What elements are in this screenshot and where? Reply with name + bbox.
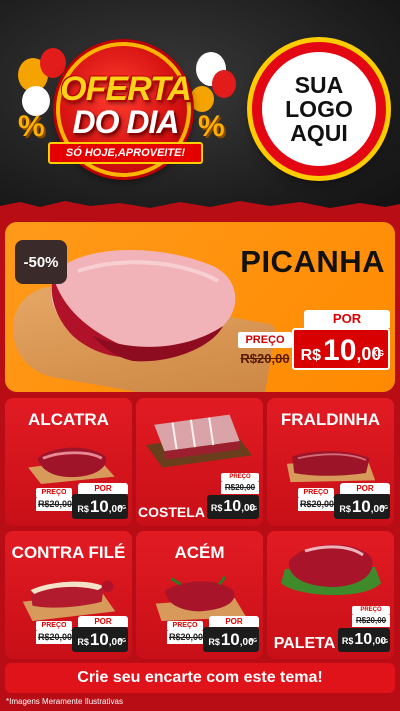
por-label: POR: [209, 616, 259, 627]
product-name: ACÉM: [174, 543, 225, 562]
product-name: FRALDINHA: [280, 410, 381, 429]
old-price: R$20,00: [36, 631, 74, 644]
old-price: R$20,00: [221, 482, 259, 494]
por-label: POR: [78, 483, 128, 494]
product-name: ALCATRA: [28, 410, 109, 429]
preco-label: PREÇO: [298, 488, 334, 498]
currency: R$: [208, 637, 220, 647]
old-price: R$20,00: [240, 351, 290, 366]
product-card-fraldinha[interactable]: FRALDINHA POR PREÇO R$20,00 R$ 10,00 KG: [267, 398, 394, 526]
price-tag: POR PREÇO R$20,00 R$ 10,00 KG: [36, 483, 128, 521]
logo-text-line1: SUA: [294, 72, 344, 98]
logo-text-line3: AQUI: [290, 120, 348, 146]
new-price: R$ 10,00 KG: [72, 494, 128, 519]
price-tag: PREÇO R$20,00 R$ 10,00 KG: [338, 606, 390, 654]
product-card-costela[interactable]: COSTELA PREÇO R$20,00 R$ 10,00 KG: [136, 398, 263, 526]
unit-label: KG: [118, 505, 127, 511]
currency: R$: [77, 637, 89, 647]
price-integer: 10: [354, 631, 373, 648]
costela-image: [146, 414, 252, 468]
cta-banner[interactable]: Crie seu encarte com este tema!: [5, 663, 395, 693]
hero-price-tag: POR PREÇO R$20,00 R$ 10,00 KG: [238, 310, 390, 372]
logo-text-line2: LOGO: [285, 96, 353, 122]
price-integer: 10: [89, 630, 109, 649]
currency: R$: [300, 347, 322, 364]
oferta-do-dia-badge: % % OFERTA DO DIA SÓ HOJE,APROVEITE!: [18, 42, 233, 182]
currency: R$: [341, 636, 354, 646]
preco-label: PREÇO: [167, 621, 203, 631]
acem-image: [155, 575, 247, 621]
preco-label: PREÇO: [221, 473, 259, 482]
unit-label: KG: [249, 638, 258, 644]
price-tag: PREÇO R$20,00 R$ 10,00 KG: [207, 473, 259, 521]
unit-label: KG: [118, 638, 127, 644]
product-card-contra-file[interactable]: CONTRA FILÉ POR PREÇO R$20,00 R$ 10,00 KG: [5, 531, 132, 659]
alcatra-image: [28, 447, 115, 484]
hero-product-name: PICANHA: [240, 244, 385, 279]
price-integer: 10: [223, 498, 242, 515]
new-price: R$ 10,00 KG: [334, 494, 390, 519]
old-price: R$20,00: [36, 498, 74, 511]
new-price: R$ 10,00 KG: [338, 628, 390, 652]
preco-label: PREÇO: [36, 621, 72, 631]
unit-label: KG: [380, 639, 389, 645]
product-card-paleta[interactable]: PALETA PREÇO R$20,00 R$ 10,00 KG: [267, 531, 394, 659]
old-price: R$20,00: [352, 615, 390, 627]
price-tag: POR PREÇO R$20,00 R$ 10,00 KG: [36, 616, 128, 654]
fraldinha-image: [286, 451, 376, 483]
price-integer: 10: [89, 497, 109, 516]
unit-label: KG: [372, 349, 384, 358]
preco-label: PREÇO: [238, 332, 292, 348]
badge-title-do-dia: DO DIA: [72, 104, 180, 140]
header: % % OFERTA DO DIA SÓ HOJE,APROVEITE! SUA…: [0, 0, 400, 215]
product-name: CONTRA FILÉ: [11, 543, 126, 562]
discount-badge: -50%: [15, 240, 67, 284]
currency: R$: [339, 504, 351, 514]
unit-label: KG: [249, 506, 258, 512]
unit-label: KG: [380, 505, 389, 511]
preco-label: PREÇO: [36, 488, 72, 498]
contra-file-image: [22, 580, 116, 621]
preco-label: PREÇO: [352, 606, 390, 615]
new-price: R$ 10,00 KG: [207, 495, 259, 519]
por-label: POR: [340, 483, 390, 494]
old-price: R$20,00: [167, 631, 205, 644]
currency: R$: [77, 504, 89, 514]
currency: R$: [210, 503, 223, 513]
price-integer: 10: [351, 497, 371, 516]
product-card-alcatra[interactable]: ALCATRA POR PREÇO R$20,00 R$ 10,00 KG: [5, 398, 132, 526]
paleta-image: [281, 544, 381, 596]
new-price: R$ 10,00 KG: [292, 328, 390, 370]
por-label: POR: [304, 310, 390, 328]
new-price: R$ 10,00 KG: [72, 627, 128, 652]
price-integer: 10: [323, 334, 357, 367]
logo-placeholder: SUA LOGO AQUI: [252, 42, 386, 176]
price-integer: 10: [220, 630, 240, 649]
disclaimer-text: *Imagens Meramente Ilustrativas: [6, 697, 123, 706]
new-price: R$ 10,00 KG: [203, 627, 259, 652]
por-label: POR: [78, 616, 128, 627]
price-tag: POR PREÇO R$20,00 R$ 10,00 KG: [298, 483, 390, 521]
price-tag: POR PREÇO R$20,00 R$ 10,00 KG: [167, 616, 259, 654]
old-price: R$20,00: [298, 498, 336, 511]
product-card-acem[interactable]: ACÉM POR PREÇO R$20,00 R$ 10,00 KG: [136, 531, 263, 659]
badge-ribbon: SÓ HOJE,APROVEITE!: [48, 142, 203, 164]
